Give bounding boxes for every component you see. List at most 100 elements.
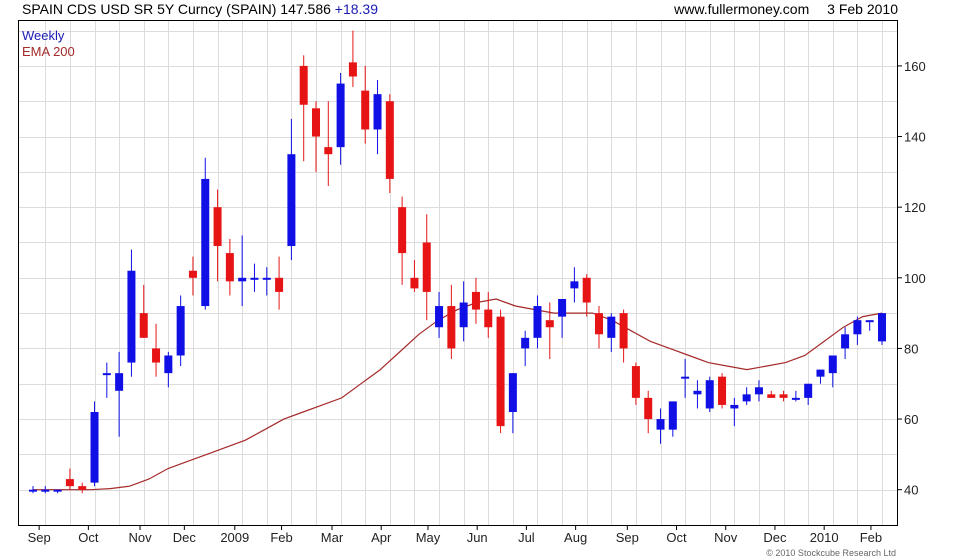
ema-200-line [33, 298, 883, 491]
candle-body-up [607, 316, 616, 338]
y-tick-label: 160 [904, 59, 926, 74]
candle-body-up [508, 373, 517, 412]
candle-body-up [287, 154, 296, 247]
candle-body-down [398, 207, 407, 254]
candle-body-up [521, 337, 530, 349]
candle-body-up [336, 83, 345, 148]
candle-body-up [127, 270, 136, 363]
candle-body-down [188, 270, 197, 278]
candle-body-down [385, 101, 394, 179]
candle-body-up [754, 387, 763, 395]
candle-body-down [348, 62, 357, 77]
candle-body-up [238, 277, 247, 282]
candle-body-down [312, 108, 320, 137]
x-tick-label: Dec [763, 530, 787, 545]
candle-body-up [29, 489, 37, 492]
candle-body-down [644, 397, 653, 420]
candle-body-down [225, 253, 234, 282]
candle-body-down [582, 277, 591, 303]
candle-body-down [152, 348, 161, 363]
candle-body-down [78, 486, 87, 490]
x-tick-label: Mar [321, 530, 344, 545]
candle-body-up [681, 376, 690, 379]
candle-body-up [102, 373, 111, 376]
x-tick-label: Feb [270, 530, 292, 545]
x-tick-label: May [416, 530, 441, 545]
x-tick-label: Sep [616, 530, 639, 545]
x-tick-label: Oct [78, 530, 99, 545]
candle-body-up [459, 302, 468, 328]
legend-entry: Weekly [22, 28, 65, 43]
y-tick-label: 140 [904, 130, 926, 145]
candle-body-down [422, 242, 431, 292]
candle-body-down [361, 90, 370, 130]
candle-body-down [213, 207, 222, 247]
candle-body-down [410, 277, 419, 289]
candle-body-down [718, 376, 727, 405]
candle-body-up [878, 313, 886, 342]
candle-body-up [693, 390, 702, 395]
candle-body-up [841, 334, 850, 349]
legend-entry: EMA 200 [22, 44, 75, 59]
x-tick-label: 2009 [220, 530, 249, 545]
x-tick-label: Nov [714, 530, 738, 545]
candle-body-up [53, 489, 62, 492]
candle-body-up [668, 401, 677, 430]
candle-body-up [865, 320, 874, 323]
y-tick-label: 80 [904, 341, 918, 356]
candle-body-down [631, 366, 640, 398]
candle-body-up [816, 369, 825, 377]
x-tick-label: Apr [371, 530, 392, 545]
x-tick-label: Feb [860, 530, 882, 545]
candle-body-up [250, 277, 259, 280]
candle-body-up [705, 380, 714, 409]
candle-body-down [767, 394, 776, 398]
x-tick-label: Oct [666, 530, 687, 545]
candle-body-up [558, 298, 567, 317]
candle-body-down [496, 316, 505, 427]
candle-body-up [41, 489, 50, 492]
x-tick-label: Jun [467, 530, 488, 545]
y-tick-label: 120 [904, 200, 926, 215]
candle-body-up [201, 178, 210, 307]
x-tick-label: Dec [173, 530, 197, 545]
candle-body-down [65, 479, 74, 487]
candle-body-up [656, 419, 665, 430]
x-tick-label: 2010 [810, 530, 839, 545]
candle-body-up [262, 277, 271, 280]
candle-body-up [533, 306, 542, 338]
candle-body-down [595, 313, 603, 335]
x-tick-label: Jul [518, 530, 535, 545]
candle-body-up [176, 306, 185, 356]
candle-body-up [742, 394, 751, 402]
candlestick-chart: 40 60 80 100 120 140 160 Sep Oct Nov Dec 2009 Feb Mar… [18, 20, 926, 545]
copyright-notice: © 2010 Stockcube Research Ltd [766, 548, 896, 558]
candle-body-up [570, 281, 579, 289]
candle-body-down [545, 320, 554, 328]
candle-body-up [164, 355, 173, 374]
candle-body-up [373, 94, 382, 130]
x-tick-label: Sep [28, 530, 51, 545]
candle-body-down [324, 147, 333, 155]
candle-body-up [791, 397, 800, 400]
candle-body-down [447, 306, 456, 349]
candle-body-up [804, 383, 813, 398]
y-tick-label: 40 [904, 483, 918, 498]
candle-body-down [275, 277, 284, 292]
candle-body-up [435, 306, 444, 328]
candle-body-down [779, 394, 788, 398]
candle-body-down [484, 309, 493, 328]
plot-frame [18, 20, 898, 526]
x-tick-label: Nov [128, 530, 152, 545]
candle-body-down [471, 291, 480, 310]
candle-body-up [853, 320, 862, 335]
y-tick-label: 60 [904, 412, 918, 427]
candle-body-up [828, 355, 837, 374]
x-tick-label: Aug [564, 530, 587, 545]
candle-body-down [299, 65, 308, 105]
candle-body-up [730, 404, 739, 409]
candle-body-down [619, 313, 628, 349]
candle-body-up [115, 373, 124, 391]
candle-body-down [139, 313, 148, 338]
candle-body-up [90, 411, 99, 483]
